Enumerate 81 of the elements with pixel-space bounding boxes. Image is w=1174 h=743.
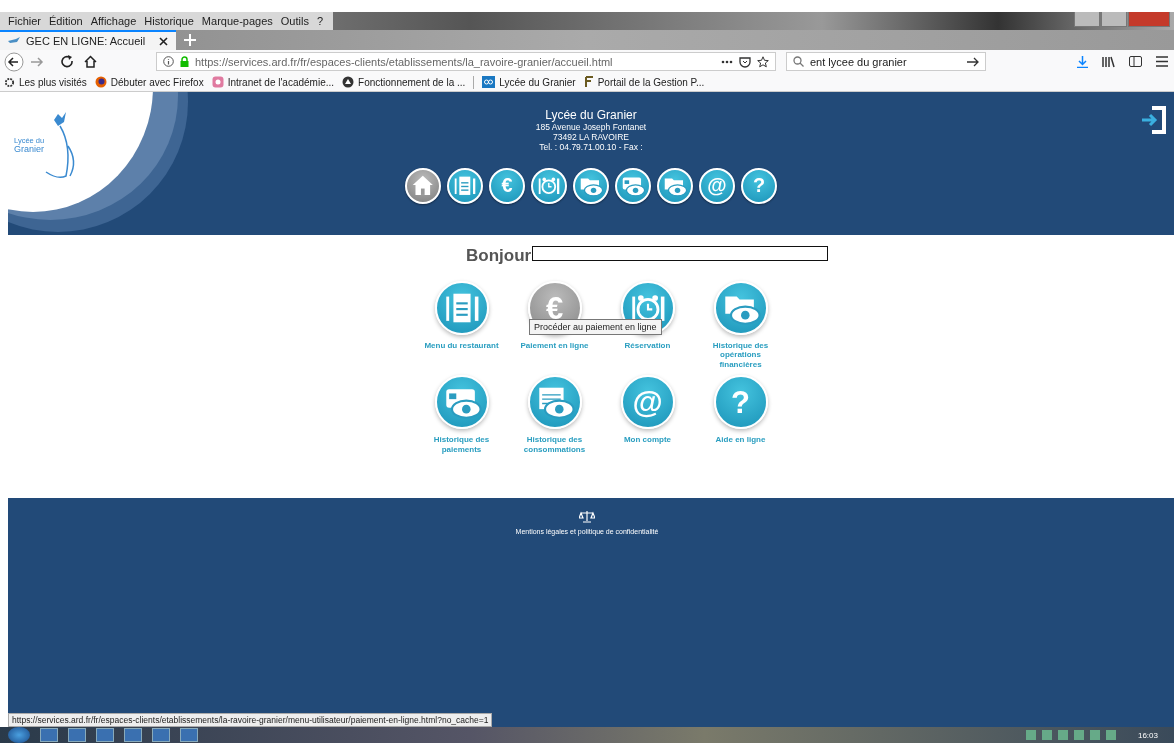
globe-icon [94, 76, 107, 88]
tray-icon[interactable] [1089, 730, 1100, 740]
reload-icon[interactable] [61, 55, 74, 68]
arrow-right-icon[interactable] [967, 56, 979, 67]
taskbar-app-icon[interactable] [96, 728, 114, 742]
download-icon[interactable] [1077, 55, 1088, 68]
nav-button[interactable] [531, 168, 567, 204]
bird-icon [8, 37, 20, 45]
menu-item[interactable]: ? [312, 15, 328, 27]
at-user-icon: @ [632, 386, 663, 418]
pocket-icon[interactable] [739, 55, 751, 68]
star-icon[interactable] [757, 55, 769, 68]
question-icon: ? [731, 386, 750, 418]
taskbar-app-icon[interactable] [40, 728, 58, 742]
at-user-icon: @ [707, 176, 727, 196]
gear-icon [4, 76, 15, 88]
bookmark-link[interactable]: Fonctionnement de la ... [342, 76, 466, 88]
taskbar-app-icon[interactable] [152, 728, 170, 742]
forward-icon[interactable] [30, 55, 44, 68]
url-text: https://services.ard.fr/fr/espaces-clients/etablissements/la_ravoire-granier/accueil.html [195, 55, 614, 68]
nav-button[interactable] [573, 168, 609, 204]
square-icon [482, 76, 496, 88]
tile-button[interactable] [713, 281, 768, 335]
bookmark-link[interactable]: Intranet de l'académie... [211, 76, 335, 88]
bookmark-link[interactable]: Les plus visités [4, 76, 87, 88]
tray-icon[interactable] [1105, 730, 1116, 740]
tab-title: GEC EN LIGNE: Accueil [26, 35, 147, 47]
menu-item[interactable]: Fichier [4, 15, 45, 27]
taskbar-app-icon[interactable] [180, 728, 198, 742]
tile-button[interactable] [434, 281, 489, 335]
letter-f-icon [583, 76, 594, 88]
address-line: 73492 LA RAVOIRE [553, 132, 629, 142]
school-name: Lycée du Granier [545, 108, 637, 122]
address-bar[interactable]: https://services.ard.fr/fr/espaces-clients/etablissements/la_ravoire-granier/accueil.html [156, 52, 776, 71]
nav-button[interactable] [657, 168, 693, 204]
taskbar-app-icon[interactable] [68, 728, 86, 742]
nav-button[interactable] [447, 168, 483, 204]
scales-icon [579, 510, 595, 523]
lock-icon [180, 56, 189, 67]
tray-icon[interactable] [1073, 730, 1084, 740]
plus-icon[interactable] [184, 34, 196, 46]
home-icon[interactable] [84, 55, 97, 68]
library-icon[interactable] [1102, 55, 1115, 68]
clock: 16:03 [1137, 730, 1158, 740]
sidebar-icon[interactable] [1129, 56, 1142, 67]
badge-icon [211, 76, 224, 88]
tray-icon[interactable] [1025, 730, 1036, 740]
tooltip: Procéder au paiement en ligne [529, 319, 662, 335]
close-icon[interactable] [159, 36, 168, 46]
maximize-button[interactable] [1101, 12, 1127, 27]
nav-button[interactable] [405, 168, 441, 204]
search-icon [793, 56, 804, 67]
menu-item[interactable]: Marque-pages [197, 15, 277, 27]
menu-icon[interactable] [1156, 56, 1168, 67]
menu-item[interactable]: Outils [276, 15, 313, 27]
tray-icon[interactable] [1057, 730, 1068, 740]
greeting-text: Bonjour [466, 246, 532, 266]
bookmark-link[interactable]: Lycée du Granier [482, 76, 576, 88]
menu-item[interactable]: Édition [45, 15, 87, 27]
logo-text: Granier [14, 145, 45, 156]
euro-icon: € [501, 176, 513, 196]
question-icon: ? [752, 176, 766, 196]
taskbar-app-icon[interactable] [124, 728, 142, 742]
status-url: https://services.ard.fr/fr/espaces-clients/etablissements/la-ravoire-granier/menu-utilisateur/paiement-en-ligne.html?no_cache=1 [8, 713, 493, 727]
tile-button[interactable] [434, 375, 489, 429]
minimize-button[interactable] [1074, 12, 1100, 27]
nav-button[interactable] [615, 168, 651, 204]
tray-icon[interactable] [1041, 730, 1052, 740]
bookmark-link[interactable]: Portail de la Gestion P... [583, 76, 705, 88]
address-line: 185 Avenue Joseph Fontanet [535, 122, 647, 132]
info-icon[interactable] [163, 56, 174, 67]
browser-tab[interactable]: GEC EN LIGNE: Accueil [0, 30, 176, 50]
menu-item[interactable]: Affichage [86, 15, 141, 27]
bookmark-link[interactable]: Débuter avec Firefox [94, 76, 204, 88]
menu-item[interactable]: Historique [140, 15, 198, 27]
address-line: Tel. : 04.79.71.00.10 - Fax : [539, 142, 643, 152]
tile-button[interactable] [527, 375, 582, 429]
logout-icon[interactable] [1142, 104, 1168, 136]
search-field[interactable]: ent lycee du granier [786, 52, 986, 71]
more-icon[interactable] [721, 59, 733, 64]
back-button[interactable] [4, 51, 24, 72]
